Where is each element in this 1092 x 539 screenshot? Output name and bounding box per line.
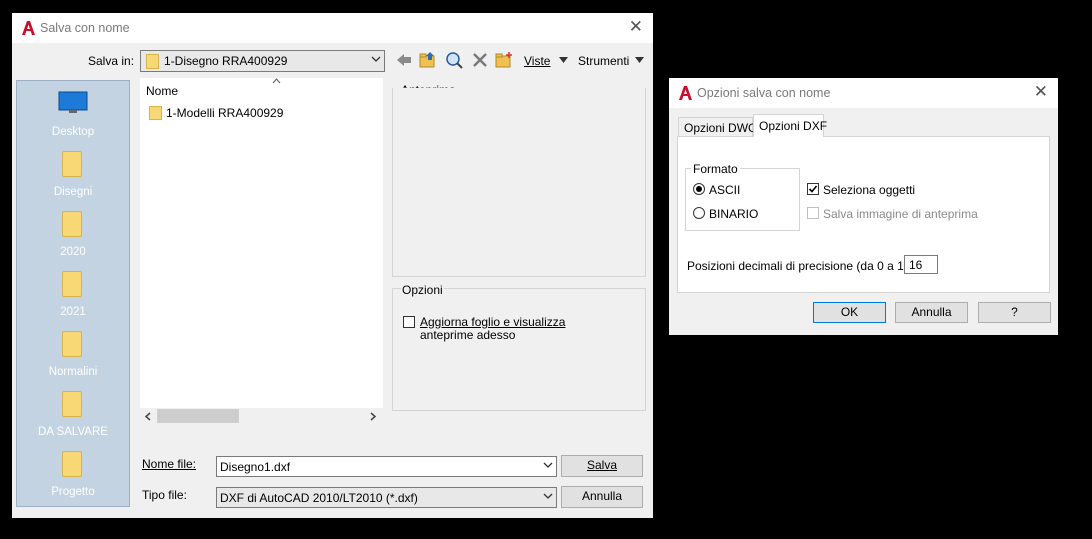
new-folder-icon[interactable]: [495, 51, 513, 69]
save-button[interactable]: Salva: [561, 455, 643, 477]
filename-value: Disegno1.dxf: [220, 460, 291, 474]
filetype-dropdown[interactable]: DXF di AutoCAD 2010/LT2010 (*.dxf): [216, 487, 557, 508]
chevron-down-icon: [371, 56, 381, 62]
help-button[interactable]: ?: [978, 302, 1051, 323]
save-as-titlebar[interactable]: Salva con nome ✕: [12, 13, 653, 43]
tab-label: Opzioni DWG: [684, 121, 758, 135]
autocad-logo-icon: [679, 86, 692, 100]
close-icon[interactable]: ✕: [1034, 83, 1048, 101]
place-desktop[interactable]: Desktop: [17, 89, 129, 141]
scrollbar-thumb[interactable]: [157, 409, 239, 423]
place-label: DA SALVARE: [38, 426, 108, 438]
save-options-titlebar[interactable]: Opzioni salva con nome ✕: [669, 78, 1058, 108]
column-header-name[interactable]: Nome: [146, 84, 178, 98]
select-objects-checkbox[interactable]: [807, 183, 819, 195]
place-disegni[interactable]: Disegni: [17, 149, 129, 201]
folder-icon: [62, 451, 82, 477]
tab-dxf-options[interactable]: Opzioni DXF: [753, 114, 828, 137]
update-preview-checkbox[interactable]: [403, 316, 415, 328]
save-in-dropdown[interactable]: 1-Disegno RRA400929: [140, 50, 385, 72]
desktop-icon: [58, 91, 88, 113]
place-2020[interactable]: 2020: [17, 209, 129, 261]
place-label: Normalini: [48, 366, 98, 378]
search-web-icon[interactable]: [445, 51, 463, 69]
back-arrow-icon[interactable]: [395, 51, 413, 69]
precision-input[interactable]: 16: [904, 255, 938, 274]
place-label: Desktop: [51, 126, 95, 138]
filetype-value: DXF di AutoCAD 2010/LT2010 (*.dxf): [220, 491, 418, 505]
save-in-value: 1-Disegno RRA400929: [164, 54, 288, 68]
tab-label: Opzioni DXF: [759, 119, 828, 133]
list-item[interactable]: 1-Modelli RRA400929: [149, 104, 349, 122]
checkmark-icon: [808, 185, 818, 193]
views-menu[interactable]: Viste: [524, 54, 550, 68]
place-label: Disegni: [53, 186, 93, 198]
folder-icon: [149, 106, 162, 120]
place-label: 2020: [60, 246, 86, 258]
precision-label: Posizioni decimali di precisione (da 0 a…: [687, 259, 915, 273]
folder-icon: [146, 54, 159, 69]
filename-label: Nome file:: [142, 457, 197, 471]
list-item-name: 1-Modelli RRA400929: [166, 106, 284, 120]
options-panel: [392, 288, 646, 411]
save-in-label: Salva in:: [88, 54, 135, 68]
folder-icon: [62, 151, 82, 177]
place-normalini[interactable]: Normalini: [17, 329, 129, 381]
autocad-logo-icon: [22, 21, 35, 35]
filetype-label: Tipo file:: [142, 488, 187, 502]
cancel-button[interactable]: Annulla: [561, 486, 643, 508]
scroll-right-icon[interactable]: [369, 412, 377, 421]
radio-ascii-label: ASCII: [709, 183, 741, 197]
format-group: [685, 168, 800, 231]
update-preview-label-line2: anteprime adesso: [420, 328, 516, 342]
radio-binary-label: BINARIO: [709, 207, 759, 221]
cancel-button[interactable]: Annulla: [895, 302, 968, 323]
place-2021[interactable]: 2021: [17, 269, 129, 321]
delete-icon[interactable]: [471, 51, 489, 69]
save-as-title: Salva con nome: [40, 21, 130, 35]
radio-binary[interactable]: [693, 207, 705, 219]
folder-icon: [62, 331, 82, 357]
radio-ascii[interactable]: [693, 183, 705, 195]
select-objects-label: Seleziona oggetti: [823, 183, 916, 197]
close-icon[interactable]: ✕: [629, 18, 643, 36]
file-list[interactable]: Nome 1-Modelli RRA400929: [140, 78, 383, 408]
tools-menu[interactable]: Strumenti: [578, 54, 629, 68]
folder-icon: [62, 211, 82, 237]
update-preview-label-line1: Aggiorna foglio e visualizza: [420, 315, 566, 329]
scroll-left-icon[interactable]: [144, 412, 152, 421]
chevron-down-icon[interactable]: [635, 57, 644, 63]
options-label: Opzioni: [401, 283, 444, 297]
place-label: 2021: [60, 306, 86, 318]
ok-button[interactable]: OK: [813, 302, 886, 323]
filename-input[interactable]: Disegno1.dxf: [216, 456, 557, 477]
chevron-down-icon[interactable]: [543, 461, 553, 469]
chevron-down-icon[interactable]: [559, 57, 568, 63]
places-bar: Desktop Disegni 2020 2021 Normalini DA S…: [16, 80, 130, 507]
place-da-salvare[interactable]: DA SALVARE: [17, 389, 129, 441]
up-folder-icon[interactable]: [419, 51, 437, 69]
place-label: Progetto: [51, 486, 95, 498]
save-options-title: Opzioni salva con nome: [697, 86, 831, 100]
format-group-label: Formato: [691, 162, 740, 176]
folder-icon: [62, 271, 82, 297]
precision-value: 16: [909, 258, 923, 272]
tab-dwg-options[interactable]: Opzioni DWG: [678, 117, 757, 136]
chevron-down-icon[interactable]: [543, 492, 553, 500]
sort-ascending-icon: [272, 78, 281, 84]
folder-icon: [62, 391, 82, 417]
horizontal-scrollbar[interactable]: [140, 408, 383, 425]
place-progetto[interactable]: Progetto: [17, 449, 129, 501]
save-preview-checkbox: [807, 207, 819, 219]
save-preview-label: Salva immagine di anteprima: [823, 207, 978, 221]
preview-panel: [392, 88, 646, 277]
